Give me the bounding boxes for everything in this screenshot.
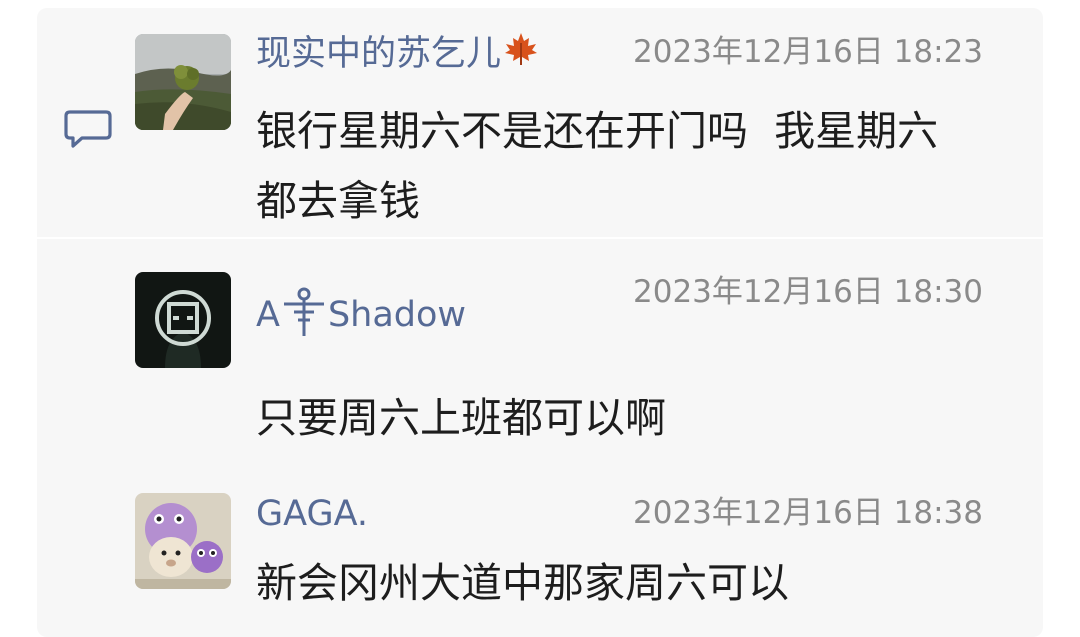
author-name[interactable]: GAGA. — [256, 492, 368, 536]
comment-text: 只要周六上班都可以啊 — [256, 394, 666, 442]
author-name[interactable]: A Shadow — [256, 286, 466, 349]
author-name[interactable]: 现实中的苏乞儿 — [256, 31, 539, 78]
timestamp: 2023年12月16日 18:38 — [633, 495, 983, 531]
scarecrow-symbol-icon — [282, 286, 326, 349]
avatar[interactable] — [135, 34, 231, 130]
timestamp: 2023年12月16日 18:30 — [633, 274, 983, 310]
maple-leaf-icon — [503, 31, 539, 78]
comment-text-line: 都去拿钱 — [256, 177, 420, 225]
divider — [37, 237, 1043, 239]
comment-text: 银行星期六不是还在开门吗 我星期六 都去拿钱 — [256, 96, 1016, 236]
avatar[interactable] — [135, 493, 231, 589]
comment-text-line: 银行星期六不是还在开门吗 我星期六 — [256, 107, 939, 155]
avatar[interactable] — [135, 272, 231, 368]
comment-text: 新会冈州大道中那家周六可以 — [256, 559, 789, 607]
comment-bubble-icon[interactable] — [64, 108, 112, 152]
timestamp: 2023年12月16日 18:23 — [633, 34, 983, 70]
